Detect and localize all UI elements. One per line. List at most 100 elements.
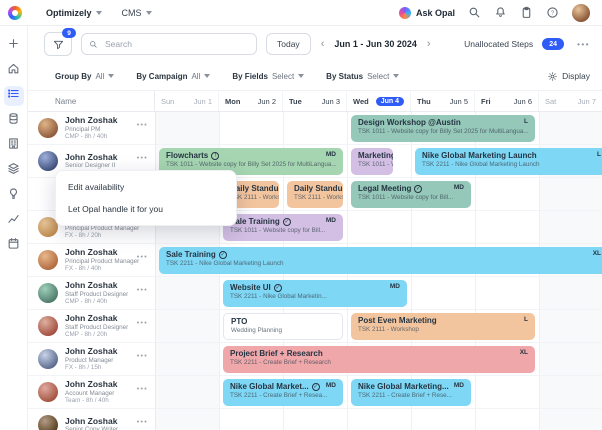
toolbar-more-button[interactable]: ••• [577,40,590,49]
sidebar-item-lightbulb[interactable] [4,186,24,206]
row-menu-button[interactable]: ••• [137,155,148,162]
app-switcher[interactable]: CMS [122,8,152,18]
event-card[interactable]: PTOWedding Planning [223,313,343,340]
row-menu-button[interactable]: ••• [137,254,148,261]
search-icon [89,40,98,49]
sidebar-item-calendar[interactable] [4,236,24,256]
event-card[interactable]: Daily StandupTSK 2111 - Works... [287,181,343,208]
event-card[interactable]: Post Even MarketingTSK 2111 - WorkshopL [351,313,535,340]
event-title: Project Brief + Research [230,349,528,359]
prev-period-button[interactable]: ‹ [320,39,326,50]
sidebar-item-layers[interactable] [4,161,24,181]
sidebar-item-database[interactable] [4,111,24,131]
unallocated-steps-label[interactable]: Unallocated Steps [464,39,533,49]
search-icon[interactable] [468,6,481,19]
filter-value: Select [367,72,389,81]
unallocated-steps-badge[interactable]: 24 [542,38,564,50]
person-name: John Zoshak [65,280,128,290]
chevron-down-icon [108,74,114,78]
row-menu-button[interactable]: ••• [137,122,148,129]
sidebar-item-building[interactable] [4,136,24,156]
filter-by-campaign[interactable]: By CampaignAll [136,72,210,81]
ask-opal-button[interactable]: Ask Opal [399,7,455,19]
database-icon [7,112,20,130]
event-card[interactable]: Nike Global Marketing...TSK 2211 - Creat… [351,379,471,406]
product-switcher[interactable]: Optimizely [46,8,102,18]
event-card[interactable]: Project Brief + ResearchTSK 2211 - Creat… [223,346,535,373]
row-menu-button[interactable]: ••• [137,353,148,360]
row-menu-button[interactable]: ••• [137,287,148,294]
clipboard-icon[interactable] [520,6,533,19]
event-subtitle: TSK 1011 - Website copy for Bill... [230,227,336,235]
event-subtitle: TSK 2111 - Works... [294,194,336,202]
sidebar-item-chart[interactable] [4,211,24,231]
person-cell[interactable]: John ZoshakPrincipal PMCMP - 8h / 40h ••• [28,112,155,144]
event-title-text: Nike Global Market... [230,382,309,392]
row-menu-button[interactable]: ••• [137,320,148,327]
row-menu-button[interactable]: ••• [137,386,148,393]
day-of-week: Sat [545,97,556,106]
event-card[interactable]: Sale Training✓TSK 1011 - Website copy fo… [223,214,343,241]
event-title-text: Sale Training [230,217,280,227]
event-card[interactable]: Nike Global Market...✓TSK 2211 - Create … [223,379,343,406]
person-name: John Zoshak [65,115,117,125]
person-cell[interactable]: John ZoshakStaff Product DesignerCMP - 8… [28,277,155,309]
menu-item-let-opal[interactable]: Let Opal handle it for you [56,198,236,220]
row-menu-button[interactable]: ••• [137,419,148,426]
event-card[interactable]: Legal Meeting✓TSK 1011 - Website copy fo… [351,181,471,208]
person-cell[interactable]: John ZoshakStaff Product DesignerCMP - 8… [28,310,155,342]
event-title-text: Daily Standup [294,184,343,194]
event-card[interactable]: Nike Global Marketing LaunchTSK 2211 - N… [415,148,602,175]
resource-scheduler-app: Optimizely CMS Ask Opal ? 9 Today ‹ [0,0,602,430]
avatar [38,316,58,336]
person-info: John ZoshakStaff Product DesignerCMP - 8… [65,280,128,305]
bell-icon[interactable] [494,6,507,19]
today-button[interactable]: Today [266,33,311,55]
event-card[interactable]: Website UI✓TSK 2211 - Nike Global Market… [223,280,407,307]
filter-by-status[interactable]: By StatusSelect [326,72,399,81]
alert-circle-icon: ! [211,152,219,160]
chevron-down-icon [298,74,304,78]
event-title-text: PTO [231,317,247,327]
event-subtitle: TSK 1011 - Website copy for Billy Set 20… [166,161,336,169]
event-card[interactable]: Design Workshop @AustinTSK 1011 - Websit… [351,115,535,142]
sidebar-item-home[interactable] [4,61,24,81]
layers-icon [7,162,20,180]
filter-label: By Fields [232,72,268,81]
person-cell[interactable]: John ZoshakAccount ManagerTeam - 8h / 40… [28,376,155,408]
person-cell[interactable]: John ZoshakProduct ManagerFX - 8h / 15h •… [28,343,155,375]
funnel-icon [53,39,64,50]
event-card[interactable]: Sale Training✓TSK 2211 - Nike Global Mar… [159,247,602,274]
day-date: Jun 6 [514,97,532,106]
filter-group-by[interactable]: Group ByAll [55,72,114,81]
chevron-down-icon [204,74,210,78]
event-title: PTO [231,317,335,327]
event-subtitle: TSK 2211 - Create Brief + Research [230,359,528,367]
sidebar-item-list[interactable] [4,86,24,106]
filter-button[interactable]: 9 [44,32,72,56]
lightbulb-icon [7,187,20,205]
display-button[interactable]: Display [547,71,590,82]
search-input[interactable] [103,38,249,50]
home-icon [7,62,20,80]
event-card[interactable]: Marketing Ali...TSK 1011 - Websit... [351,148,393,175]
sidebar-item-plus[interactable] [4,36,24,56]
help-icon[interactable]: ? [546,6,559,19]
date-range[interactable]: Jun 1 - Jun 30 2024 [334,39,417,49]
search-box[interactable] [81,33,257,55]
filter-value: All [191,72,200,81]
person-cell[interactable]: John ZoshakPrincipal Product ManagerFX -… [28,244,155,276]
event-subtitle: TSK 2211 - Create Brief + Rese... [358,392,464,400]
day-date: Jun 5 [450,97,468,106]
next-period-button[interactable]: › [426,39,432,50]
person-cell[interactable]: John ZoshakSenior Copy Writer••• [28,409,155,430]
filter-by-fields[interactable]: By FieldsSelect [232,72,304,81]
filter-bar: Group ByAllBy CampaignAllBy FieldsSelect… [28,62,602,90]
event-title: Daily Standup [294,184,336,194]
person-allocation: FX - 8h / 40h [65,265,139,273]
menu-item-edit-availability[interactable]: Edit availability [56,176,236,198]
person-info: John ZoshakProduct ManagerFX - 8h / 15h [65,346,117,371]
day-of-week: Mon [225,97,240,106]
user-avatar[interactable] [572,4,590,22]
person-info: John ZoshakPrincipal PMCMP - 8h / 40h [65,115,117,140]
